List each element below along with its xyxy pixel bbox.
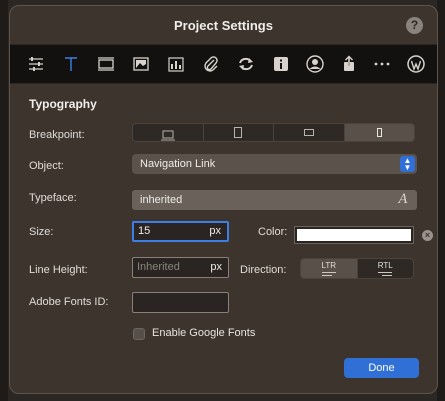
line-height-placeholder: Inherited	[137, 261, 180, 273]
direction-selector: LTR RTL	[300, 258, 414, 279]
image-gallery-icon[interactable]	[131, 54, 151, 74]
help-button[interactable]: ?	[406, 17, 423, 34]
done-button[interactable]: Done	[344, 358, 419, 378]
text-icon[interactable]	[61, 54, 81, 74]
adobe-fonts-input[interactable]	[132, 292, 229, 313]
wordpress-icon[interactable]	[406, 54, 426, 74]
breakpoint-desktop[interactable]	[133, 124, 203, 141]
desktop-icon	[160, 128, 175, 140]
breakpoint-selector	[132, 123, 415, 142]
tablet-portrait-icon	[234, 127, 243, 138]
color-label: Color:	[258, 226, 288, 238]
adobe-fonts-label: Adobe Fonts ID:	[29, 296, 109, 308]
breakpoint-phone[interactable]	[343, 124, 414, 141]
size-input[interactable]: 15 px	[132, 221, 229, 242]
info-icon[interactable]	[271, 54, 291, 74]
breakpoint-tablet-portrait[interactable]	[202, 124, 274, 141]
refresh-icon[interactable]	[236, 54, 256, 74]
breakpoint-label: Breakpoint:	[29, 129, 85, 141]
object-label: Object:	[29, 160, 64, 172]
direction-rtl-label: RTL	[377, 261, 393, 270]
paperclip-icon[interactable]	[201, 54, 221, 74]
color-swatch[interactable]	[294, 226, 414, 244]
align-left-icon	[321, 272, 336, 276]
direction-ltr[interactable]: LTR	[301, 259, 357, 278]
line-height-unit: px	[210, 261, 222, 273]
phone-icon	[376, 128, 382, 137]
align-right-icon	[378, 272, 393, 276]
font-picker-icon[interactable]: A	[399, 190, 408, 210]
settings-toolbar	[10, 44, 437, 84]
breakpoint-tablet-landscape[interactable]	[273, 124, 344, 141]
size-label: Size:	[29, 226, 54, 238]
sliders-icon[interactable]	[26, 54, 46, 74]
section-title-typography: Typography	[29, 97, 97, 111]
desktop-background-left	[0, 0, 8, 401]
clear-color-icon[interactable]: ×	[422, 230, 433, 241]
typeface-label: Typeface:	[29, 192, 77, 204]
google-fonts-label[interactable]: Enable Google Fonts	[152, 327, 255, 339]
more-icon[interactable]	[372, 54, 392, 74]
chevron-up-down-icon: ▲ ▼	[400, 156, 415, 172]
banner-icon[interactable]	[96, 54, 116, 74]
object-select[interactable]: Navigation Link ▲ ▼	[132, 154, 417, 174]
line-height-input[interactable]: Inherited px	[132, 257, 229, 278]
user-icon[interactable]	[305, 54, 325, 74]
size-unit: px	[209, 225, 221, 237]
typeface-value: inherited	[140, 194, 183, 206]
direction-label: Direction:	[240, 264, 287, 276]
typeface-field[interactable]: inherited A	[132, 190, 417, 210]
direction-ltr-label: LTR	[321, 261, 337, 270]
size-value: 15	[138, 225, 151, 237]
desktop-background-right	[437, 0, 445, 401]
share-icon[interactable]	[339, 54, 359, 74]
project-settings-window: Project Settings ? Typography Breakpoint…	[9, 5, 438, 394]
tablet-landscape-icon	[303, 129, 314, 136]
object-select-value: Navigation Link	[140, 158, 216, 170]
window-title: Project Settings	[174, 18, 273, 33]
direction-rtl[interactable]: RTL	[356, 259, 414, 278]
title-bar: Project Settings ?	[10, 6, 437, 44]
line-height-label: Line Height:	[29, 264, 88, 276]
chart-icon[interactable]	[166, 54, 186, 74]
google-fonts-checkbox[interactable]	[133, 328, 145, 340]
